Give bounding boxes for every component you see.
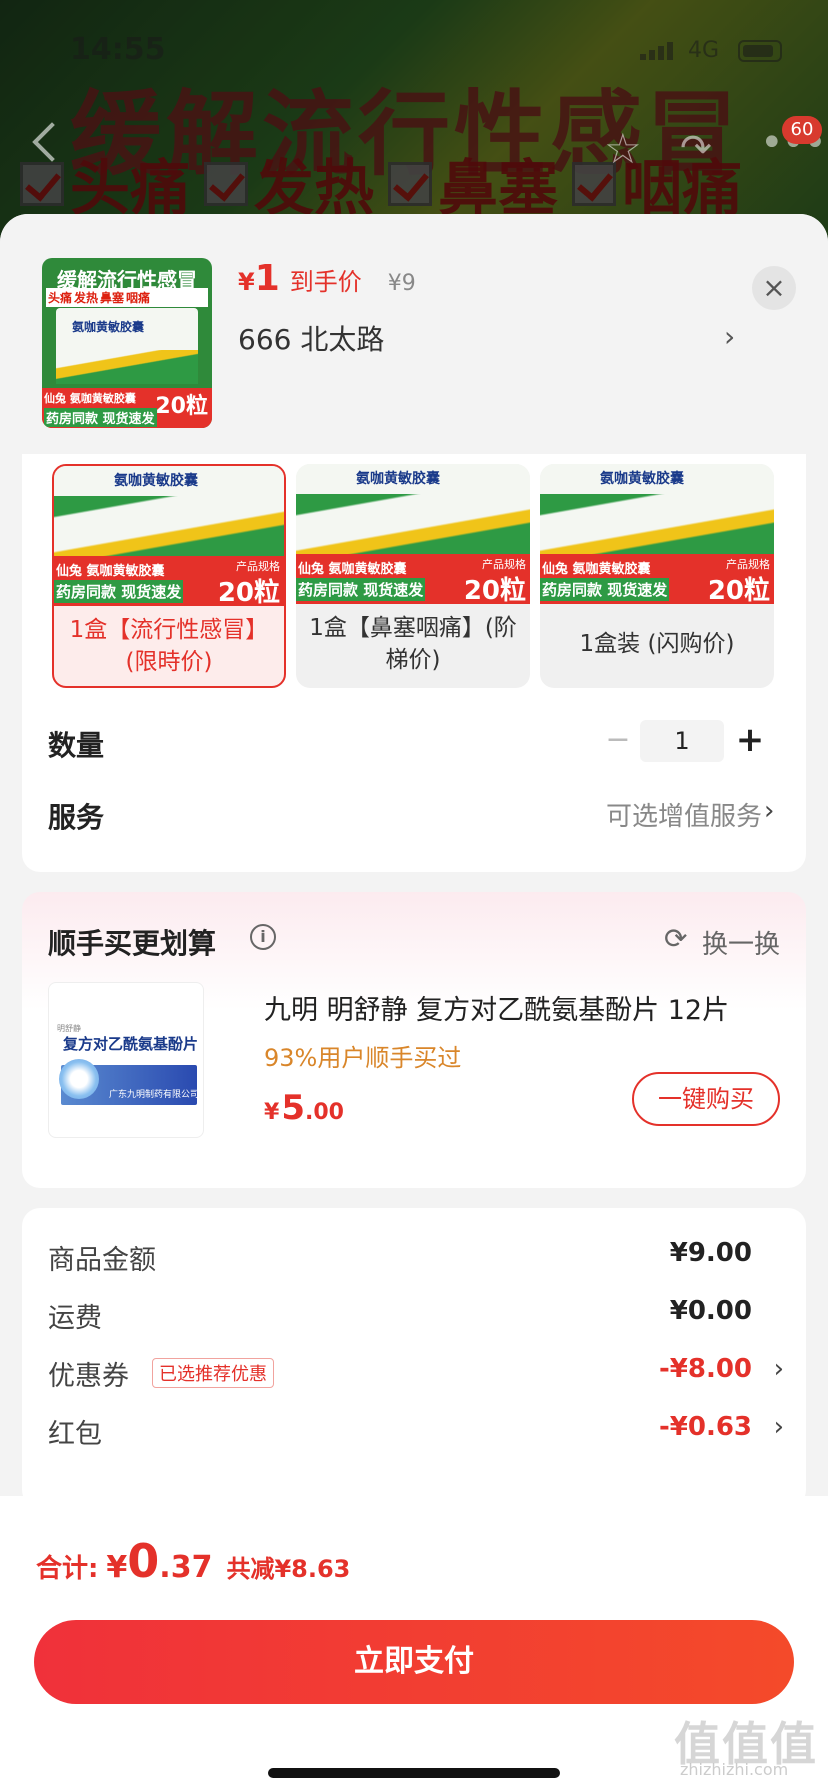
- total-amount: 0: [127, 1534, 160, 1588]
- share-icon[interactable]: ↷: [680, 126, 712, 170]
- summary-value: ¥9.00: [669, 1238, 752, 1268]
- spec-option[interactable]: 氨咖黄敏胶囊 仙兔 氨咖黄敏胶囊 药房同款 现货速发 产品规格 20粒 1盒【流…: [52, 464, 286, 688]
- spec-option[interactable]: 氨咖黄敏胶囊 仙兔 氨咖黄敏胶囊 药房同款 现货速发 产品规格 20粒 1盒【鼻…: [296, 464, 530, 688]
- total-saved: 共减¥8.63: [226, 1555, 351, 1583]
- final-price: 1: [254, 258, 280, 299]
- sheet-header: 缓解流行性感冒 头痛 发热 鼻塞 咽痛 氨咖黄敏胶囊 仙兔 氨咖黄敏胶囊 药房同款 现…: [0, 214, 828, 454]
- product-thumbnail: 缓解流行性感冒 头痛 发热 鼻塞 咽痛 氨咖黄敏胶囊 仙兔 氨咖黄敏胶囊 药房同款 现…: [42, 258, 212, 428]
- thumb-box: 氨咖黄敏胶囊: [56, 308, 198, 384]
- status-time: 14:55: [70, 32, 166, 67]
- cross-sell-product-name[interactable]: 九明 明舒静 复方对乙酰氨基酚片 12片: [264, 988, 784, 1027]
- spec-option-label: 1盒【鼻塞咽痛】(阶梯价): [309, 615, 517, 673]
- summary-row-shipping: 运费 ¥0.00: [48, 1296, 752, 1334]
- refresh-icon[interactable]: ⟳: [664, 922, 687, 955]
- one-click-buy-button[interactable]: 一键购买: [632, 1072, 780, 1126]
- total-line: 合计: ¥ 0 .37 共减¥8.63: [36, 1534, 351, 1588]
- quantity-minus-button[interactable]: −: [602, 720, 634, 760]
- quantity-plus-button[interactable]: +: [734, 720, 766, 760]
- swap-button[interactable]: 换一换: [702, 924, 780, 961]
- info-icon[interactable]: i: [250, 924, 276, 950]
- quantity-input[interactable]: 1: [640, 720, 724, 762]
- total-label: 合计:: [36, 1554, 99, 1584]
- watermark-url: zhizhizhi.com: [680, 1760, 789, 1779]
- chevron-right-icon[interactable]: ›: [774, 1412, 784, 1442]
- thumb-tags: 头痛 发热 鼻塞 咽痛: [46, 288, 208, 307]
- cross-sell-bought-rate: 93%用户顺手买过: [264, 1044, 462, 1072]
- service-selector[interactable]: 可选增值服务: [502, 796, 762, 833]
- chevron-right-icon[interactable]: ›: [724, 320, 735, 353]
- close-button[interactable]: ×: [752, 266, 796, 310]
- cross-sell-product-image[interactable]: 明舒静 复方对乙酰氨基酚片 广东九明制药有限公司: [48, 982, 204, 1138]
- summary-row-coupon[interactable]: 优惠券 已选推荐优惠 -¥8.00 ›: [48, 1354, 788, 1394]
- delivery-address[interactable]: 666 北太路: [238, 318, 738, 358]
- checkout-bar: 合计: ¥ 0 .37 共减¥8.63 立即支付 值值值 zhizhizhi.c…: [0, 1496, 828, 1792]
- pay-now-button[interactable]: 立即支付: [34, 1620, 794, 1704]
- summary-row-red-packet[interactable]: 红包 -¥0.63 ›: [48, 1412, 788, 1452]
- summary-value: -¥0.63: [658, 1412, 752, 1442]
- summary-row-subtotal: 商品金额 ¥9.00: [48, 1238, 752, 1276]
- summary-value: -¥8.00: [658, 1354, 752, 1384]
- spec-option[interactable]: 氨咖黄敏胶囊 仙兔 氨咖黄敏胶囊 药房同款 现货速发 产品规格 20粒 1盒装 …: [540, 464, 774, 688]
- home-indicator[interactable]: [268, 1768, 560, 1778]
- spec-card: 氨咖黄敏胶囊 仙兔 氨咖黄敏胶囊 药房同款 现货速发 产品规格 20粒 1盒【流…: [22, 404, 806, 872]
- network-label: 4G: [688, 38, 720, 63]
- spec-option-label: 1盒装 (闪购价): [579, 631, 735, 657]
- quantity-label: 数量: [48, 729, 105, 762]
- price-line: ¥ 1 到手价 ¥9: [238, 258, 416, 299]
- summary-value: ¥0.00: [669, 1296, 752, 1326]
- notification-badge: 60: [782, 116, 822, 144]
- coupon-tag: 已选推荐优惠: [152, 1358, 274, 1388]
- battery-icon: [738, 40, 782, 62]
- cross-sell-card: 顺手买更划算 i ⟳ 换一换 明舒静 复方对乙酰氨基酚片 广东九明制药有限公司 …: [22, 892, 806, 1188]
- status-bar: 14:55 4G: [0, 0, 828, 100]
- star-icon[interactable]: ☆: [604, 124, 642, 173]
- signal-icon: [640, 40, 680, 60]
- price-currency: ¥: [238, 268, 255, 296]
- spec-option-label: 1盒【流行性感冒】(限時价): [69, 617, 269, 675]
- chevron-right-icon[interactable]: ›: [764, 796, 774, 826]
- final-price-label: 到手价: [289, 268, 362, 296]
- original-price: ¥9: [387, 271, 416, 296]
- service-label: 服务: [48, 801, 105, 834]
- cross-sell-price: ¥5.00: [264, 1088, 344, 1128]
- price-summary-card: 商品金额 ¥9.00 运费 ¥0.00 优惠券 已选推荐优惠 -¥8.00 › …: [22, 1208, 806, 1508]
- chevron-right-icon[interactable]: ›: [774, 1354, 784, 1384]
- cross-sell-title: 顺手买更划算: [48, 927, 217, 960]
